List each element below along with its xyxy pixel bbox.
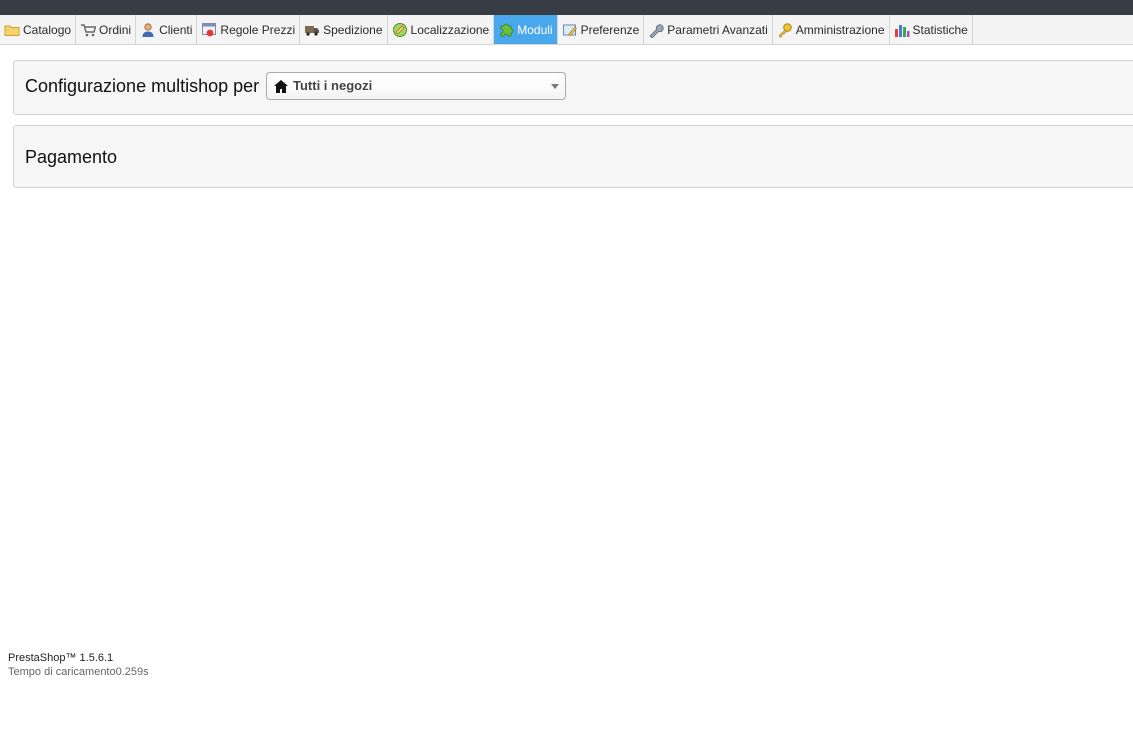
tab-label: Preferenze: [580, 22, 640, 37]
tab-clienti[interactable]: Clienti: [136, 15, 198, 44]
tab-label: Ordini: [99, 22, 132, 37]
preferences-icon: [562, 22, 578, 38]
tab-ordini[interactable]: Ordini: [76, 15, 137, 44]
home-icon: [274, 80, 288, 93]
tab-label: Regole Prezzi: [220, 22, 296, 37]
tab-catalogo[interactable]: Catalogo: [0, 15, 77, 44]
user-icon: [140, 22, 156, 38]
tab-label: Parametri Avanzati: [667, 22, 768, 37]
wrench-icon: [648, 22, 664, 38]
truck-icon: [304, 22, 320, 38]
footer: PrestaShop™ 1.5.6.1 Tempo di caricamento…: [8, 651, 149, 679]
cart-icon: [80, 22, 97, 38]
tab-preferenze[interactable]: Preferenze: [558, 15, 645, 44]
chevron-down-icon: [551, 84, 559, 89]
tab-moduli[interactable]: Moduli: [494, 15, 558, 44]
globe-icon: [392, 22, 408, 38]
puzzle-icon: [498, 22, 514, 38]
chart-icon: [894, 22, 910, 38]
tab-label: Localizzazione: [410, 22, 490, 37]
tab-label: Spedizione: [323, 22, 383, 37]
footer-load-time: Tempo di caricamento0.259s: [8, 666, 149, 678]
tab-spedizione[interactable]: Spedizione: [300, 15, 388, 44]
tab-label: Catalogo: [23, 22, 72, 37]
tab-localizzazione[interactable]: Localizzazione: [388, 15, 495, 44]
tab-parametri-avanzati[interactable]: Parametri Avanzati: [644, 15, 773, 44]
multishop-label: Configurazione multishop per: [25, 76, 260, 96]
tab-label: Moduli: [517, 22, 553, 37]
tab-amministrazione[interactable]: Amministrazione: [773, 15, 890, 44]
shop-context-select[interactable]: Tutti i negozi: [266, 72, 566, 100]
main-menu: Catalogo Ordini Clienti Regole Prezzi Sp…: [0, 15, 1133, 45]
multishop-panel: Configurazione multishop per Tutti i neg…: [13, 60, 1133, 115]
top-bar: [0, 0, 1133, 15]
tab-label: Statistiche: [912, 22, 968, 37]
footer-version: PrestaShop™ 1.5.6.1: [8, 652, 114, 664]
tab-label: Clienti: [159, 22, 193, 37]
price-rules-icon: [201, 22, 217, 38]
tab-regole-prezzi[interactable]: Regole Prezzi: [197, 15, 301, 44]
shop-context-value: Tutti i negozi: [293, 78, 373, 93]
payment-panel: Pagamento: [13, 125, 1133, 188]
folder-icon: [4, 22, 20, 38]
tab-statistiche[interactable]: Statistiche: [890, 15, 973, 44]
payment-title: Pagamento: [25, 147, 118, 167]
tab-label: Amministrazione: [795, 22, 885, 37]
key-icon: [777, 22, 793, 38]
